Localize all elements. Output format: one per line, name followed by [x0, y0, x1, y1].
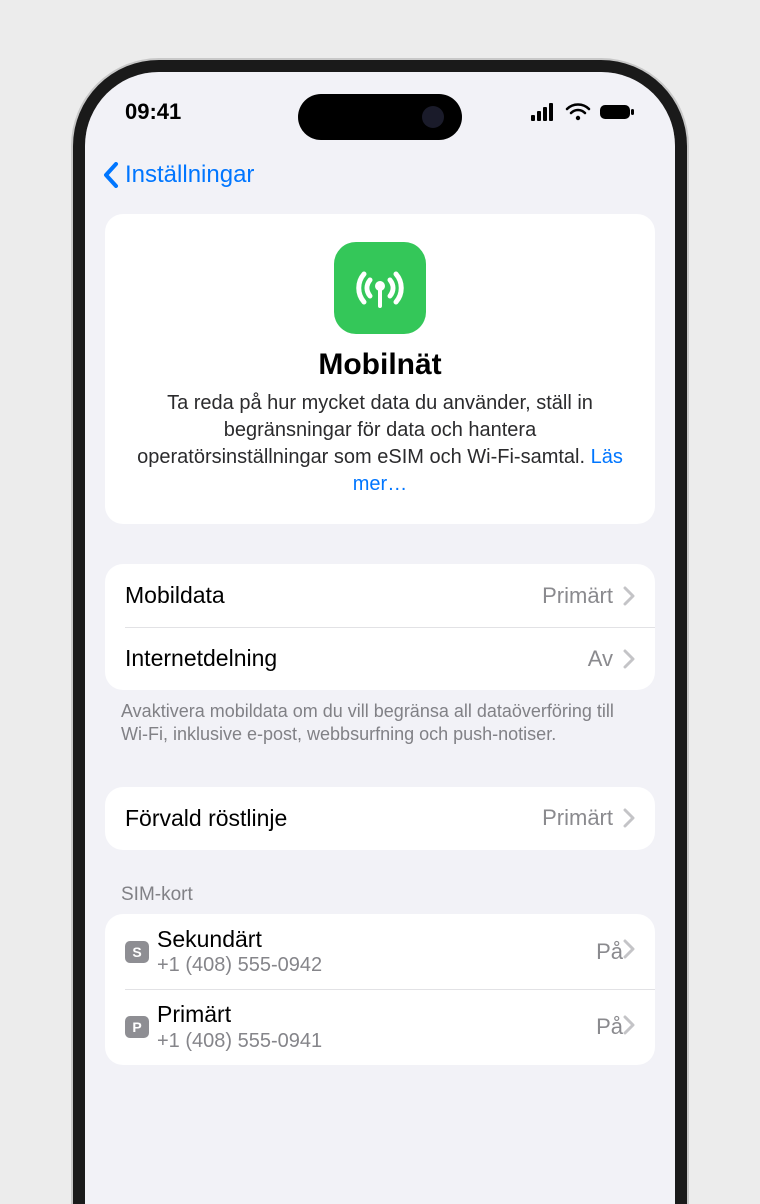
back-button[interactable]: Inställningar — [85, 152, 675, 204]
sim-badge-icon: S — [125, 941, 149, 963]
power-button — [685, 402, 687, 552]
sim-phone: +1 (408) 555-0941 — [157, 1029, 596, 1053]
chevron-right-icon — [623, 586, 635, 606]
content[interactable]: Inställningar Mobilnät — [85, 152, 675, 1204]
sim-section-header: SIM-kort — [85, 850, 675, 914]
chevron-left-icon — [99, 160, 123, 190]
cellular-app-icon — [334, 242, 426, 334]
voice-line-group: Förvald röstlinje Primärt — [105, 787, 655, 850]
sim-row-primary[interactable]: P Primärt +1 (408) 555-0941 På — [105, 989, 655, 1065]
row-label: Förvald röstlinje — [125, 805, 542, 832]
status-indicators — [531, 103, 635, 121]
sim-phone: +1 (408) 555-0942 — [157, 953, 596, 977]
page-title: Mobilnät — [127, 348, 633, 382]
cellular-icon — [531, 103, 557, 121]
back-label: Inställningar — [125, 161, 254, 189]
sim-text: Sekundärt +1 (408) 555-0942 — [157, 926, 596, 978]
volume-up-button — [73, 372, 75, 468]
chevron-right-icon — [623, 939, 635, 964]
page-description: Ta reda på hur mycket data du använder, … — [127, 390, 633, 498]
header-card: Mobilnät Ta reda på hur mycket data du a… — [105, 214, 655, 524]
dynamic-island — [298, 94, 462, 140]
phone-frame: 09:41 Inställningar — [73, 60, 687, 1204]
mobile-data-row[interactable]: Mobildata Primärt — [105, 564, 655, 627]
screen: 09:41 Inställningar — [85, 72, 675, 1204]
volume-down-button — [73, 488, 75, 584]
chevron-right-icon — [623, 1015, 635, 1040]
row-value: Av — [588, 646, 613, 672]
personal-hotspot-row[interactable]: Internetdelning Av — [105, 627, 655, 690]
row-label: Mobildata — [125, 582, 542, 609]
row-value: Primärt — [542, 805, 613, 831]
mute-switch — [73, 292, 75, 342]
sim-state: På — [596, 1014, 623, 1040]
group-footer: Avaktivera mobildata om du vill begränsa… — [85, 690, 675, 747]
chevron-right-icon — [623, 808, 635, 828]
sim-group: S Sekundärt +1 (408) 555-0942 På P Primä… — [105, 914, 655, 1065]
status-time: 09:41 — [125, 99, 181, 125]
sim-name: Primärt — [157, 1001, 596, 1029]
sim-text: Primärt +1 (408) 555-0941 — [157, 1001, 596, 1053]
row-label: Internetdelning — [125, 645, 588, 672]
chevron-right-icon — [623, 649, 635, 669]
default-voice-line-row[interactable]: Förvald röstlinje Primärt — [105, 787, 655, 850]
row-value: Primärt — [542, 583, 613, 609]
battery-icon — [599, 103, 635, 121]
wifi-icon — [565, 103, 591, 121]
data-settings-group: Mobildata Primärt Internetdelning Av — [105, 564, 655, 690]
sim-badge-icon: P — [125, 1016, 149, 1038]
sim-row-secondary[interactable]: S Sekundärt +1 (408) 555-0942 På — [105, 914, 655, 990]
sim-state: På — [596, 939, 623, 965]
sim-name: Sekundärt — [157, 926, 596, 954]
